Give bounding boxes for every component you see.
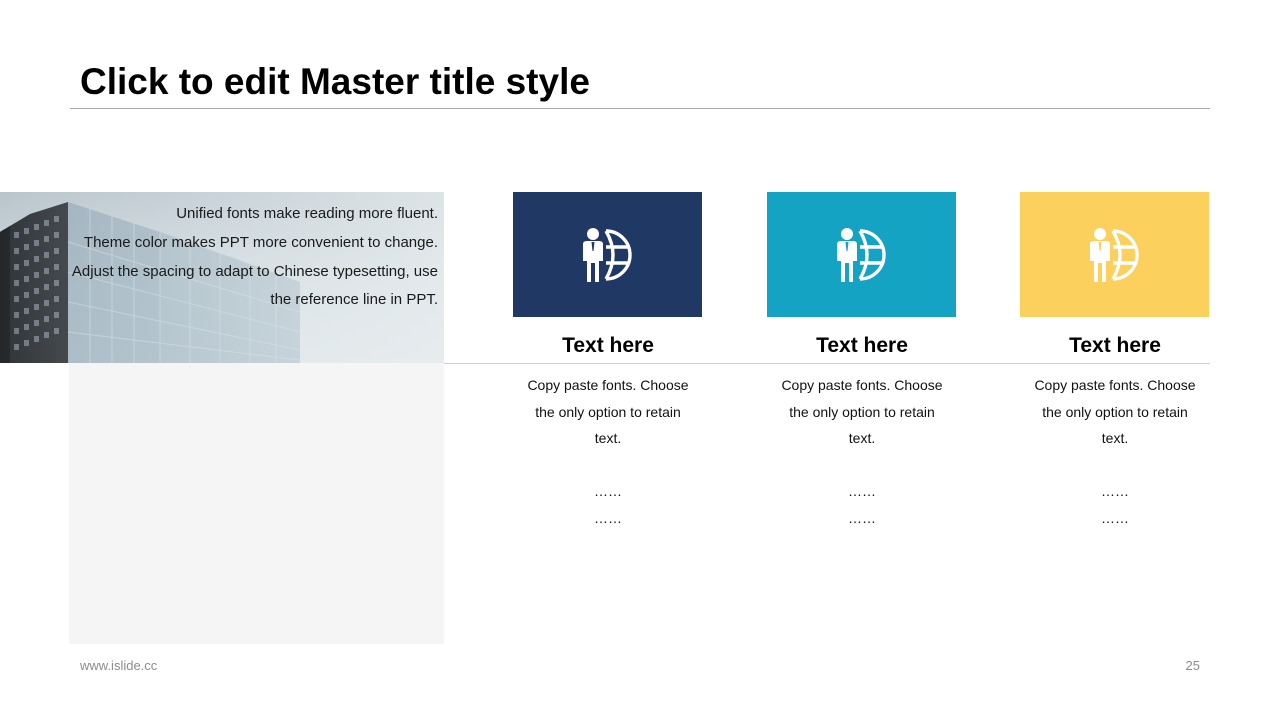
feature-card-3: Text here Copy paste fonts. Choose the o… [1020,192,1210,531]
card-1-heading: Text here [562,334,654,357]
card-3-dots-1: …… [1101,483,1129,499]
card-2-icon-tile [767,192,956,317]
feature-card-2: Text here Copy paste fonts. Choose the o… [767,192,957,531]
card-3-heading: Text here [1069,334,1161,357]
businessman-globe-icon [836,227,886,282]
title-underline [70,108,1210,109]
card-3-dots-2: …… [1101,509,1129,526]
intro-line-2: Theme color makes PPT more convenient to… [83,233,438,251]
card-1-description: Copy paste fonts. Choose the only option… [527,377,689,446]
intro-line-3: Adjust the spacing to adapt to Chinese t… [71,262,438,309]
footer-url: www.islide.cc [80,658,158,673]
intro-text: Unified fonts make reading more fluent. … [58,200,438,315]
card-3-icon-tile [1020,192,1209,317]
card-2-body: Copy paste fonts. Choose the only option… [767,372,957,531]
card-2-description: Copy paste fonts. Choose the only option… [781,377,943,446]
card-1-dots-2: …… [594,509,622,526]
card-2-heading: Text here [816,334,908,357]
slide-title: Click to edit Master title style [80,61,590,102]
feature-card-1: Text here Copy paste fonts. Choose the o… [513,192,703,531]
intro-line-1: Unified fonts make reading more fluent. [176,205,438,222]
card-2-dots-2: …… [848,509,876,526]
card-3-description: Copy paste fonts. Choose the only option… [1034,377,1196,446]
businessman-globe-icon [582,227,632,282]
card-3-body: Copy paste fonts. Choose the only option… [1020,372,1210,531]
card-2-dots-1: …… [848,483,876,499]
building-photo: Unified fonts make reading more fluent. … [0,192,444,363]
businessman-globe-icon [1089,227,1139,282]
card-1-dots-1: …… [594,483,622,499]
card-1-body: Copy paste fonts. Choose the only option… [513,372,703,531]
card-1-icon-tile [513,192,702,317]
page-number: 25 [1185,658,1200,673]
